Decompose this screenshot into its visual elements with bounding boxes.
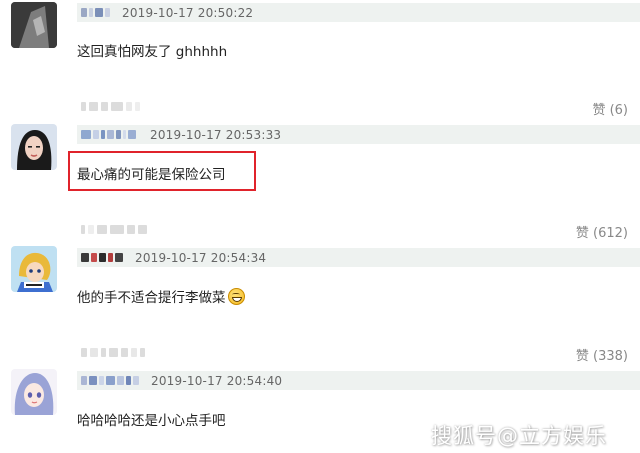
like-button[interactable]: 赞 (338) [576,345,628,364]
comment-meta-bar: 2019-10-17 20:54:34 [77,248,640,267]
comment-meta-bar: 2019-10-17 20:54:40 [77,371,640,390]
watermark: 搜狐号@立方娱乐 [431,424,607,448]
username-blurred[interactable] [81,7,110,19]
like-button[interactable]: 赞 (612) [576,222,628,241]
avatar-image [11,369,57,415]
avatar-image [11,246,57,292]
reply-row: 赞 (6) [77,98,640,118]
comment-meta-bar: 2019-10-17 20:50:22 [77,3,640,22]
comment-text: 这回真怕网友了 ghhhhh [77,44,228,60]
avatar[interactable] [11,2,57,48]
comment-text: 哈哈哈哈还是小心点手吧 [77,413,226,429]
comment-timestamp: 2019-10-17 20:54:34 [135,250,267,265]
grinning-sweat-emoji-icon [227,288,245,305]
username-blurred[interactable] [81,129,136,141]
reply-row: 赞 (612) [77,221,640,241]
reply-row: 赞 (338) [77,344,640,364]
username-blurred[interactable] [81,252,123,264]
avatar[interactable] [11,124,57,170]
avatar[interactable] [11,369,57,415]
highlight-box [68,151,256,191]
avatar-image [11,2,57,48]
comment-text: 他的手不适合提行李做菜 [77,286,245,306]
reply-link-blurred[interactable] [81,225,147,234]
comment-timestamp: 2019-10-17 20:54:40 [151,373,283,388]
reply-link-blurred[interactable] [81,348,145,357]
comment-timestamp: 2019-10-17 20:50:22 [122,5,254,20]
comment-timestamp: 2019-10-17 20:53:33 [150,127,282,142]
avatar-image [11,124,57,170]
username-blurred[interactable] [81,375,139,387]
like-button[interactable]: 赞 (6) [592,99,628,118]
reply-link-blurred[interactable] [81,102,140,111]
avatar[interactable] [11,246,57,292]
comment-meta-bar: 2019-10-17 20:53:33 [77,125,640,144]
comment-text-content: 他的手不适合提行李做菜 [77,290,226,306]
